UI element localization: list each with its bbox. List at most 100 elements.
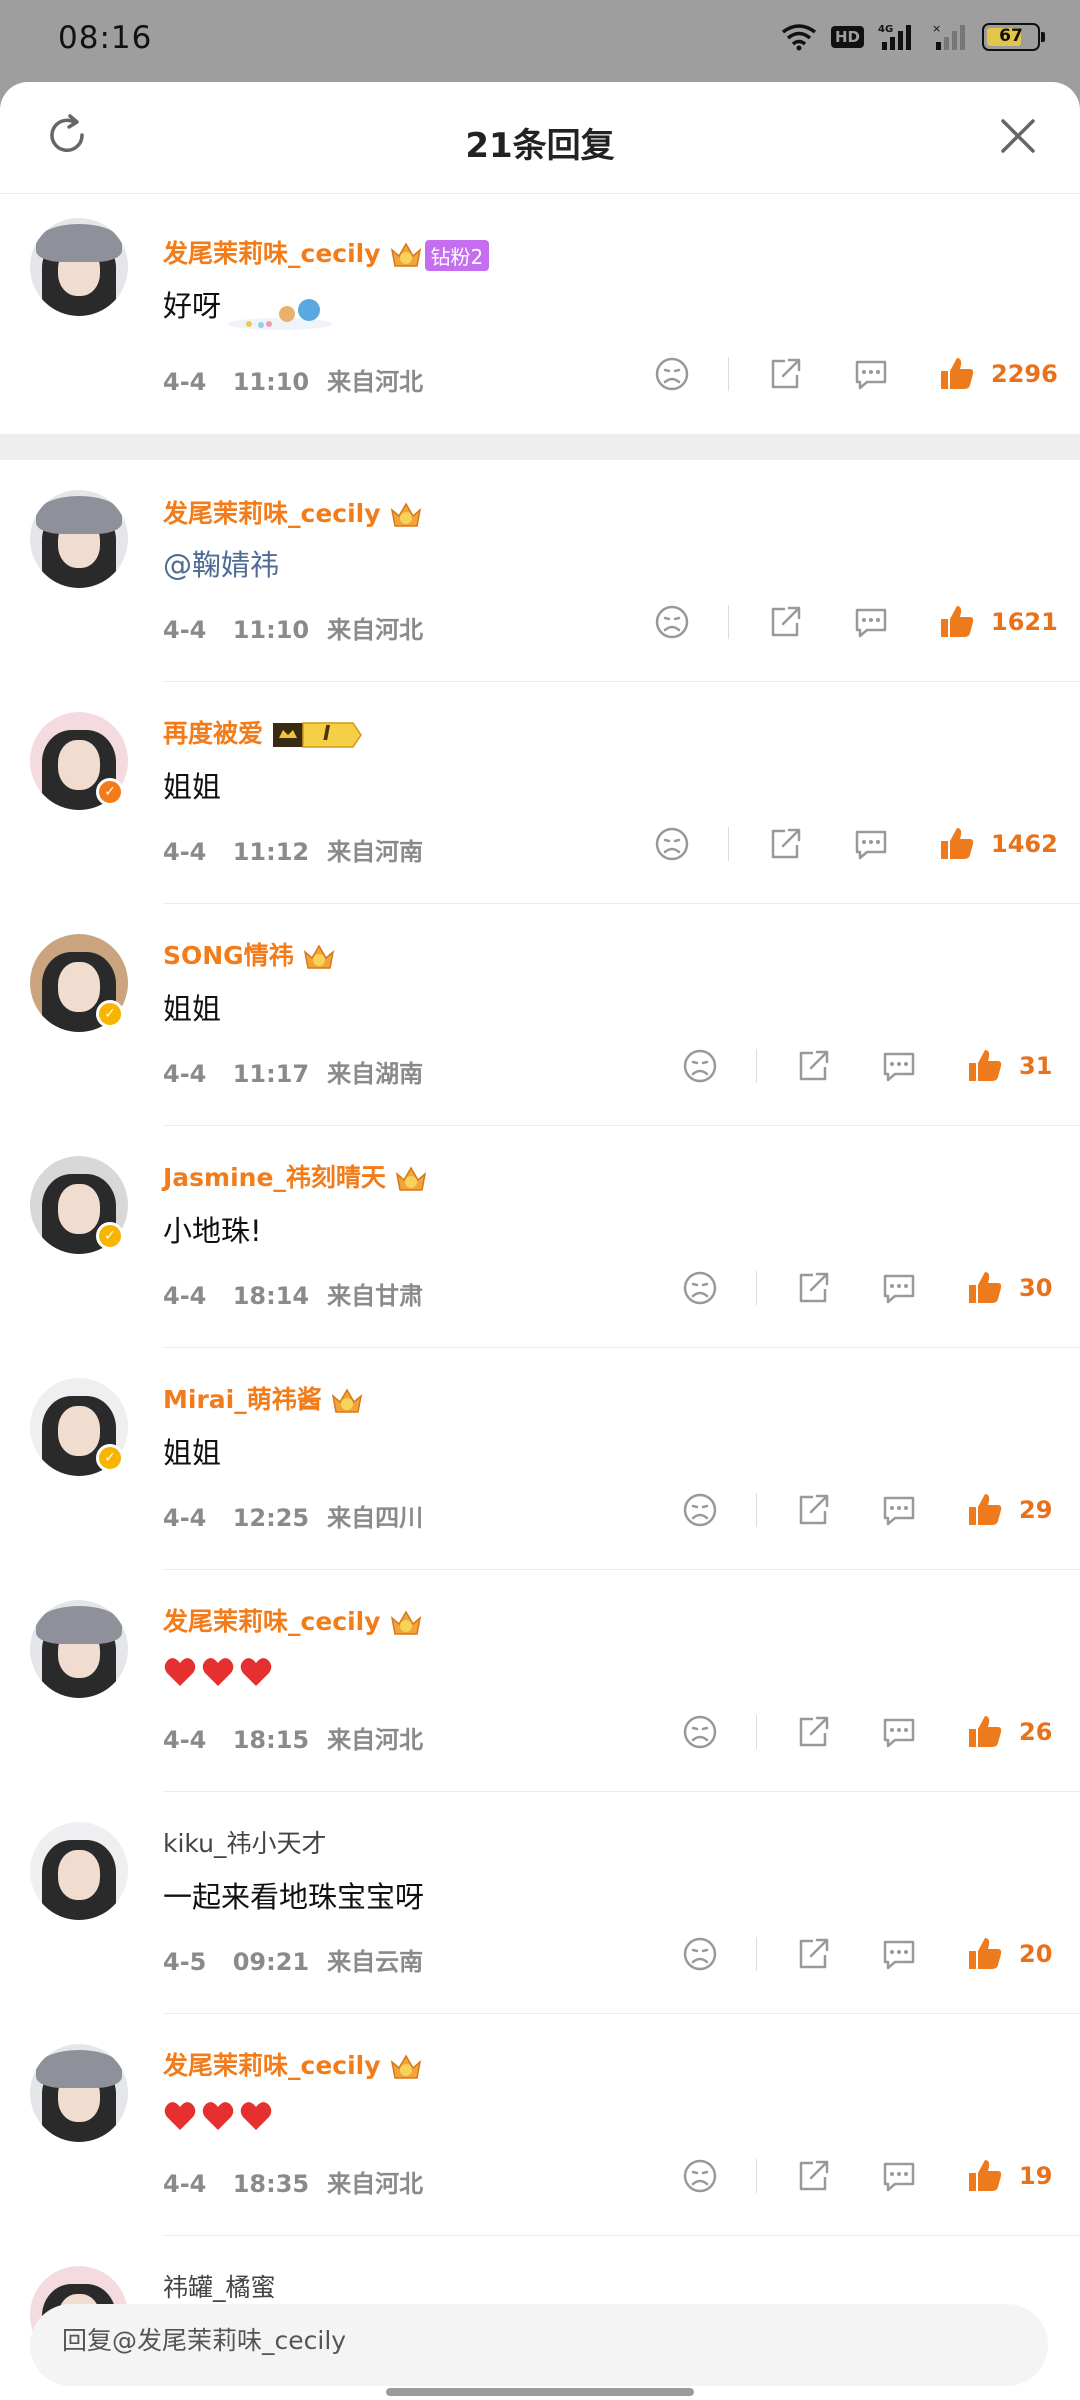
username[interactable]: Mirai_萌祎酱: [163, 1380, 364, 1416]
comment-actions: 30: [680, 1268, 1075, 1308]
username[interactable]: Jasmine_祎刻晴天: [163, 1158, 428, 1194]
comment-meta: 4-4 11:10 来自河北: [163, 368, 424, 396]
comment-actions: 2296: [652, 354, 1058, 394]
username[interactable]: 发尾茉莉味_cecily 钻粉2: [163, 234, 490, 271]
like-icon[interactable]: [965, 1712, 1005, 1752]
status-bar: 08:16 HD 4G × 67: [0, 0, 1080, 80]
verified-icon: ✓: [96, 1444, 124, 1472]
like-icon[interactable]: [965, 1268, 1005, 1308]
username[interactable]: 发尾茉莉味_cecily: [163, 2046, 423, 2082]
comment-actions: 1621: [652, 602, 1058, 642]
like-count: 1621: [991, 608, 1058, 636]
like-icon[interactable]: [965, 1046, 1005, 1086]
username[interactable]: SONG情祎: [163, 936, 336, 972]
dislike-icon[interactable]: [680, 1712, 720, 1752]
comment-icon[interactable]: [851, 602, 891, 642]
crown-icon: [389, 500, 423, 530]
reply-item[interactable]: ✓ Mirai_萌祎酱 姐姐 4-4 12:25 来自四川 29: [0, 1348, 1080, 1570]
reply-item[interactable]: ✓ SONG情祎 姐姐 4-4 11:17 来自湖南 31: [0, 904, 1080, 1126]
share-icon[interactable]: [793, 1046, 833, 1086]
comment-meta: 4-4 18:35 来自河北: [163, 2170, 424, 2198]
top-comment[interactable]: 发尾茉莉味_cecily 钻粉2 好呀 4-4 11:10 来自河北 2296: [0, 194, 1080, 434]
comment-icon[interactable]: [879, 1490, 919, 1530]
hearts-emoji: [163, 2100, 273, 2132]
reply-bar[interactable]: [30, 2304, 1048, 2386]
comment-actions: 1462: [652, 824, 1058, 864]
sheet-header: 21条回复: [0, 82, 1080, 194]
action-divider: [756, 1493, 757, 1527]
like-icon[interactable]: [937, 354, 977, 394]
status-time: 08:16: [58, 20, 153, 56]
like-count: 19: [1019, 2162, 1053, 2190]
comment-icon[interactable]: [851, 824, 891, 864]
comment-meta: 4-4 11:17 来自湖南: [163, 1060, 424, 1088]
avatar[interactable]: [30, 2044, 128, 2142]
reply-item[interactable]: ✓ 再度被爱 I 姐姐 4-4 11:12 来自河南 1462: [0, 682, 1080, 904]
comment-icon[interactable]: [851, 354, 891, 394]
reply-item[interactable]: 发尾茉莉味_cecily 4-4 18:35 来自河北 19: [0, 2014, 1080, 2236]
avatar[interactable]: [30, 218, 128, 316]
heart-icon: [240, 1658, 272, 1686]
crown-icon: [389, 240, 423, 270]
hd-badge: HD: [830, 26, 864, 48]
like-icon[interactable]: [937, 602, 977, 642]
share-icon[interactable]: [765, 354, 805, 394]
like-icon[interactable]: [937, 824, 977, 864]
heart-icon: [240, 2102, 272, 2130]
reply-item[interactable]: ✓ Jasmine_祎刻晴天 小地珠! 4-4 18:14 来自甘肃 30: [0, 1126, 1080, 1348]
share-icon[interactable]: [793, 1268, 833, 1308]
share-icon[interactable]: [765, 602, 805, 642]
comment-text: 姐姐: [163, 992, 222, 1026]
sheet-title: 21条回复: [465, 126, 615, 166]
comment-icon[interactable]: [879, 1268, 919, 1308]
signal-icon: 4G: [878, 24, 911, 50]
dislike-icon[interactable]: [680, 1490, 720, 1530]
reply-item[interactable]: kiku_祎小天才 一起来看地珠宝宝呀 4-5 09:21 来自云南 20: [0, 1792, 1080, 2014]
comment-icon[interactable]: [879, 2156, 919, 2196]
dislike-icon[interactable]: [652, 602, 692, 642]
action-divider: [756, 1715, 757, 1749]
dislike-icon[interactable]: [680, 2156, 720, 2196]
dislike-icon[interactable]: [680, 1268, 720, 1308]
username[interactable]: 发尾茉莉味_cecily: [163, 1602, 423, 1638]
like-icon[interactable]: [965, 1934, 1005, 1974]
comment-icon[interactable]: [879, 1934, 919, 1974]
like-count: 30: [1019, 1274, 1053, 1302]
avatar[interactable]: [30, 1822, 128, 1920]
wifi-icon: [781, 24, 817, 51]
heart-icon: [202, 1658, 234, 1686]
dislike-icon[interactable]: [680, 1934, 720, 1974]
share-icon[interactable]: [793, 1712, 833, 1752]
comment-icon[interactable]: [879, 1046, 919, 1086]
svg-text:×: ×: [932, 22, 941, 35]
reply-item[interactable]: 发尾茉莉味_cecily 4-4 18:15 来自河北 26: [0, 1570, 1080, 1792]
username[interactable]: 再度被爱 I: [163, 714, 363, 750]
share-icon[interactable]: [765, 824, 805, 864]
share-icon[interactable]: [793, 1490, 833, 1530]
like-count: 2296: [991, 360, 1058, 388]
dislike-icon[interactable]: [680, 1046, 720, 1086]
like-count: 20: [1019, 1940, 1053, 1968]
username[interactable]: 发尾茉莉味_cecily: [163, 494, 423, 530]
username[interactable]: 祎罐_橘蜜: [163, 2268, 276, 2304]
username[interactable]: kiku_祎小天才: [163, 1824, 326, 1860]
rank-badge: I: [271, 720, 363, 750]
comment-icon[interactable]: [879, 1712, 919, 1752]
comment-meta: 4-4 11:12 来自河南: [163, 838, 424, 866]
close-icon[interactable]: [998, 116, 1038, 156]
share-icon[interactable]: [793, 1934, 833, 1974]
reply-input[interactable]: [62, 2326, 962, 2355]
like-icon[interactable]: [965, 1490, 1005, 1530]
avatar[interactable]: [30, 490, 128, 588]
home-indicator[interactable]: [386, 2388, 694, 2396]
dislike-icon[interactable]: [652, 824, 692, 864]
avatar[interactable]: [30, 1600, 128, 1698]
like-count: 29: [1019, 1496, 1053, 1524]
heart-icon: [202, 2102, 234, 2130]
reply-item[interactable]: 发尾茉莉味_cecily @鞠婧祎 4-4 11:10 来自河北 1621: [0, 460, 1080, 682]
like-icon[interactable]: [965, 2156, 1005, 2196]
comment-text: 小地珠!: [163, 1214, 262, 1248]
dislike-icon[interactable]: [652, 354, 692, 394]
share-icon[interactable]: [793, 2156, 833, 2196]
verified-icon: ✓: [96, 1000, 124, 1028]
